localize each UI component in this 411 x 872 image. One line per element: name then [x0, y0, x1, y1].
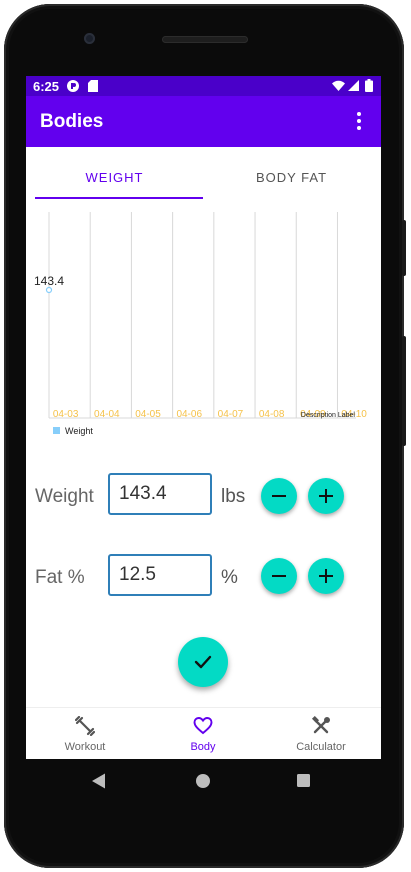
x-tick-label: 04-08: [259, 409, 285, 420]
notification-icon: [67, 80, 79, 95]
power-button: [402, 220, 406, 276]
system-nav-bar: [92, 773, 310, 789]
data-point: [45, 286, 53, 294]
dumbbell-icon: [75, 716, 95, 736]
earpiece-speaker: [162, 36, 248, 43]
x-tick-label: 04-06: [176, 409, 202, 420]
save-fab[interactable]: [178, 637, 228, 687]
check-icon: [194, 655, 212, 669]
weight-chart: 04-03 04-04 04-05 04-06 04-07 04-08 04-09 04-10…: [34, 212, 367, 436]
data-point-label: 143.4: [34, 274, 64, 288]
sd-card-icon: [88, 80, 98, 95]
front-camera: [84, 33, 95, 44]
fat-unit: %: [221, 567, 238, 588]
nav-calculator[interactable]: Calculator: [262, 708, 380, 759]
volume-button: [402, 336, 406, 446]
weight-label: Weight: [35, 486, 94, 507]
nav-workout-label: Workout: [64, 741, 106, 753]
tools-icon: [311, 716, 330, 734]
x-tick-label: 04-04: [94, 409, 120, 420]
x-tick-label: 04-05: [135, 409, 161, 420]
nav-calculator-label: Calculator: [296, 741, 346, 753]
recents-icon[interactable]: [297, 774, 310, 787]
weight-unit: lbs: [221, 486, 246, 507]
wifi-icon: [332, 80, 345, 94]
nav-body-label: Body: [190, 741, 216, 753]
nav-workout[interactable]: Workout: [26, 708, 144, 759]
weight-input[interactable]: 143.4: [108, 473, 212, 515]
weight-decrement-button[interactable]: [261, 478, 297, 514]
fat-decrement-button[interactable]: [261, 558, 297, 594]
app-bar: Bodies: [26, 96, 381, 147]
battery-icon: [365, 79, 373, 95]
heart-icon: [193, 717, 213, 735]
tab-body-fat[interactable]: BODY FAT: [203, 147, 380, 203]
tab-indicator: [35, 197, 203, 199]
chart-description: Description Label: [301, 412, 356, 419]
back-icon[interactable]: [92, 773, 105, 789]
legend-label: Weight: [65, 426, 93, 436]
fat-increment-button[interactable]: [308, 558, 344, 594]
bottom-nav: Workout Body Calculator: [26, 707, 381, 759]
screen: 6:25 Bodies WEIGHT BODY FAT 04-03 04-04 04: [26, 76, 381, 759]
tab-bar: WEIGHT BODY FAT: [26, 147, 381, 203]
home-icon[interactable]: [196, 774, 210, 788]
x-tick-label: 04-07: [218, 409, 244, 420]
legend-swatch: [53, 427, 60, 434]
status-time: 6:25: [33, 79, 60, 94]
app-title: Bodies: [40, 111, 104, 132]
fat-input[interactable]: 12.5: [108, 554, 212, 596]
tab-weight[interactable]: WEIGHT: [26, 147, 203, 203]
status-bar: 6:25: [26, 76, 381, 96]
weight-increment-button[interactable]: [308, 478, 344, 514]
fat-label: Fat %: [35, 567, 85, 588]
more-vert-icon[interactable]: [349, 110, 369, 132]
x-tick-label: 04-03: [53, 409, 79, 420]
nav-body[interactable]: Body: [144, 708, 262, 759]
signal-icon: [348, 80, 359, 94]
